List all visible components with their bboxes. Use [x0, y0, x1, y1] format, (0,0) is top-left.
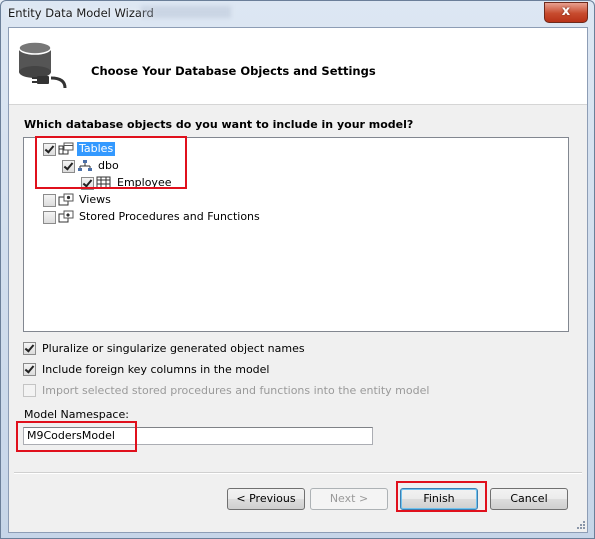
views-icon [58, 193, 74, 206]
wizard-window: Entity Data Model Wizard x Choose Your D… [0, 0, 595, 539]
title-bar[interactable]: Entity Data Model Wizard x [1, 1, 594, 27]
wizard-body: Choose Your Database Objects and Setting… [8, 27, 588, 533]
wizard-header: Choose Your Database Objects and Setting… [9, 28, 587, 105]
foreign-keys-label: Include foreign key columns in the model [42, 362, 270, 376]
employee-label: Employee [117, 176, 172, 189]
resize-grip[interactable] [576, 520, 586, 530]
pluralize-option[interactable]: Pluralize or singularize generated objec… [23, 340, 305, 356]
views-checkbox[interactable] [43, 193, 56, 207]
procedures-checkbox[interactable] [43, 210, 56, 224]
namespace-label: Model Namespace: [24, 408, 129, 421]
views-label: Views [79, 193, 111, 206]
import-procs-option: Import selected stored procedures and fu… [23, 382, 429, 398]
tree-node-dbo[interactable]: dbo [62, 158, 121, 174]
tree-node-views[interactable]: Views [43, 192, 113, 208]
tables-label: Tables [77, 142, 116, 156]
objects-question: Which database objects do you want to in… [24, 118, 414, 131]
pluralize-label: Pluralize or singularize generated objec… [42, 341, 305, 355]
pluralize-checkbox[interactable] [23, 341, 36, 355]
tree-node-employee[interactable]: Employee [81, 175, 173, 191]
procedures-label: Stored Procedures and Functions [79, 210, 260, 223]
database-plug-icon [18, 41, 67, 89]
finish-button[interactable]: Finish [400, 488, 478, 510]
employee-checkbox[interactable] [81, 176, 94, 190]
close-icon: x [561, 4, 571, 19]
foreign-keys-checkbox[interactable] [23, 362, 36, 376]
schema-icon [78, 160, 92, 171]
import-procs-checkbox [23, 383, 36, 397]
tables-icon [58, 142, 74, 155]
background-window-ghost [141, 6, 231, 18]
next-button: Next > [310, 488, 388, 510]
procedures-icon [58, 210, 74, 223]
button-separator [14, 472, 582, 474]
namespace-input[interactable]: M9CodersModel [23, 427, 373, 445]
tree-node-procedures[interactable]: Stored Procedures and Functions [43, 209, 262, 225]
tables-checkbox[interactable] [43, 142, 56, 156]
previous-button[interactable]: < Previous [227, 488, 305, 510]
page-heading: Choose Your Database Objects and Setting… [91, 64, 376, 78]
close-button[interactable]: x [544, 2, 588, 23]
import-procs-label: Import selected stored procedures and fu… [42, 383, 430, 397]
dbo-checkbox[interactable] [62, 159, 75, 173]
dbo-label: dbo [98, 159, 119, 172]
database-objects-tree[interactable]: Tables dbo Employee Views Stored Procedu… [23, 137, 569, 332]
cancel-button[interactable]: Cancel [490, 488, 568, 510]
window-title: Entity Data Model Wizard [8, 6, 154, 20]
tree-node-tables[interactable]: Tables [43, 141, 116, 157]
table-icon [96, 176, 111, 189]
foreign-keys-option[interactable]: Include foreign key columns in the model [23, 361, 270, 377]
